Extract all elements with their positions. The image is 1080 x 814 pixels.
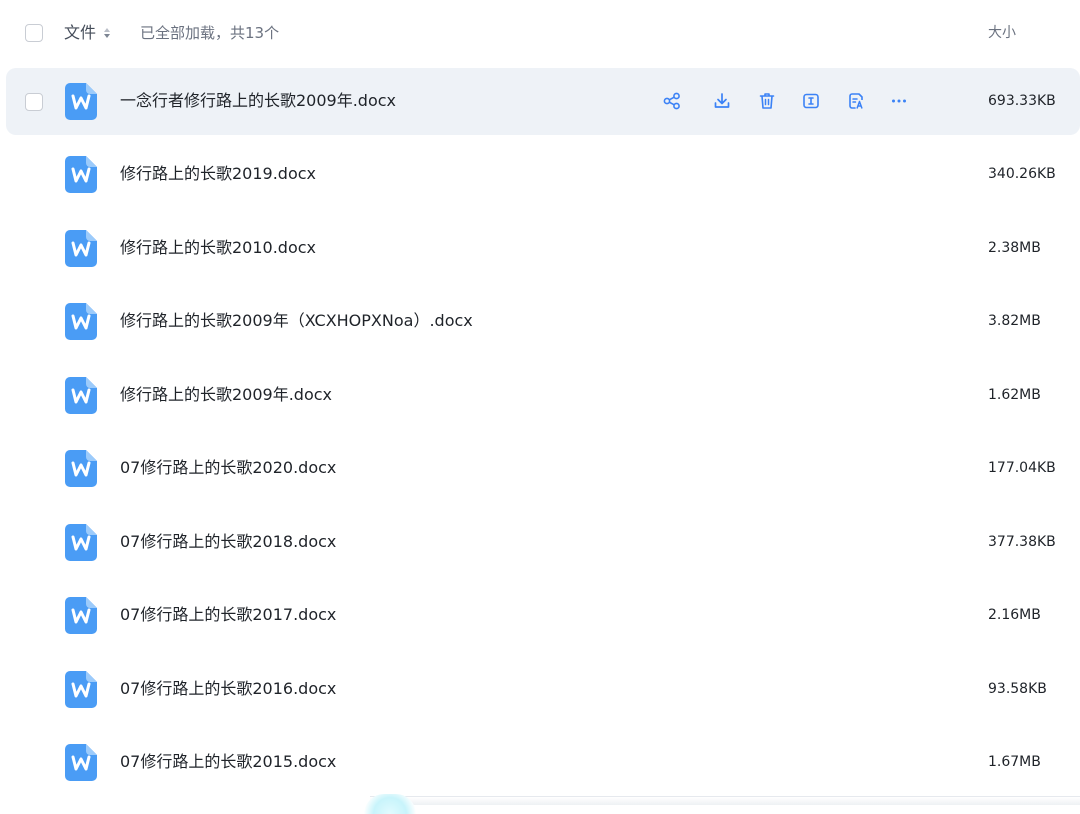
file-row[interactable]: 07修行路上的长歌2017.docx 2.16MB	[6, 582, 1080, 649]
word-doc-icon	[65, 303, 97, 340]
file-size: 1.62MB	[988, 387, 1041, 403]
word-doc-icon	[65, 377, 97, 414]
file-row[interactable]: 07修行路上的长歌2020.docx 177.04KB	[6, 435, 1080, 502]
file-row[interactable]: 修行路上的长歌2019.docx 340.26KB	[6, 141, 1080, 208]
file-name[interactable]: 07修行路上的长歌2020.docx	[120, 457, 336, 479]
file-row[interactable]: 07修行路上的长歌2018.docx 377.38KB	[6, 509, 1080, 576]
file-row[interactable]: 07修行路上的长歌2015.docx 1.67MB	[6, 729, 1080, 796]
word-doc-icon	[65, 597, 97, 634]
file-list-header: 文件 已全部加载，共13个 大小	[0, 0, 1080, 66]
share-icon[interactable]	[662, 91, 682, 111]
file-size: 377.38KB	[988, 534, 1056, 550]
file-row[interactable]: 修行路上的长歌2009年.docx 1.62MB	[6, 362, 1080, 429]
file-name[interactable]: 一念行者修行路上的长歌2009年.docx	[120, 90, 396, 112]
file-name[interactable]: 07修行路上的长歌2015.docx	[120, 751, 336, 773]
more-icon[interactable]	[889, 91, 909, 111]
select-all-checkbox[interactable]	[25, 24, 43, 42]
sort-icon[interactable]	[103, 27, 111, 39]
file-name[interactable]: 修行路上的长歌2009年（XCXHOPXNoa）.docx	[120, 310, 473, 332]
ai-assistant-icon[interactable]	[846, 91, 866, 111]
word-doc-icon	[65, 83, 97, 120]
name-column-header[interactable]: 文件	[64, 22, 96, 44]
word-doc-icon	[65, 156, 97, 193]
row-checkbox[interactable]	[25, 93, 43, 111]
file-size: 693.33KB	[988, 93, 1056, 109]
load-status-text: 已全部加载，共13个	[140, 24, 280, 42]
file-name[interactable]: 07修行路上的长歌2016.docx	[120, 678, 336, 700]
file-size: 2.16MB	[988, 607, 1041, 623]
word-doc-icon	[65, 744, 97, 781]
file-size: 177.04KB	[988, 460, 1056, 476]
word-doc-icon	[65, 671, 97, 708]
file-size: 2.38MB	[988, 240, 1041, 256]
file-name[interactable]: 07修行路上的长歌2018.docx	[120, 531, 336, 553]
delete-icon[interactable]	[757, 91, 777, 111]
download-icon[interactable]	[712, 91, 732, 111]
word-doc-icon	[65, 524, 97, 561]
file-size: 340.26KB	[988, 166, 1056, 182]
word-doc-icon	[65, 450, 97, 487]
file-size: 93.58KB	[988, 681, 1047, 697]
file-name[interactable]: 修行路上的长歌2010.docx	[120, 237, 316, 259]
file-row[interactable]: 07修行路上的长歌2016.docx 93.58KB	[6, 656, 1080, 723]
rename-icon[interactable]	[801, 91, 821, 111]
file-name[interactable]: 修行路上的长歌2009年.docx	[120, 384, 332, 406]
file-row[interactable]: 修行路上的长歌2009年（XCXHOPXNoa）.docx 3.82MB	[6, 288, 1080, 355]
size-column-header[interactable]: 大小	[988, 23, 1016, 43]
file-size: 3.82MB	[988, 313, 1041, 329]
file-size: 1.67MB	[988, 754, 1041, 770]
file-row[interactable]: 修行路上的长歌2010.docx 2.38MB	[6, 215, 1080, 282]
file-name[interactable]: 07修行路上的长歌2017.docx	[120, 604, 336, 626]
file-name[interactable]: 修行路上的长歌2019.docx	[120, 163, 316, 185]
word-doc-icon	[65, 230, 97, 267]
file-row[interactable]: 一念行者修行路上的长歌2009年.docx 693.33KB	[6, 68, 1080, 135]
